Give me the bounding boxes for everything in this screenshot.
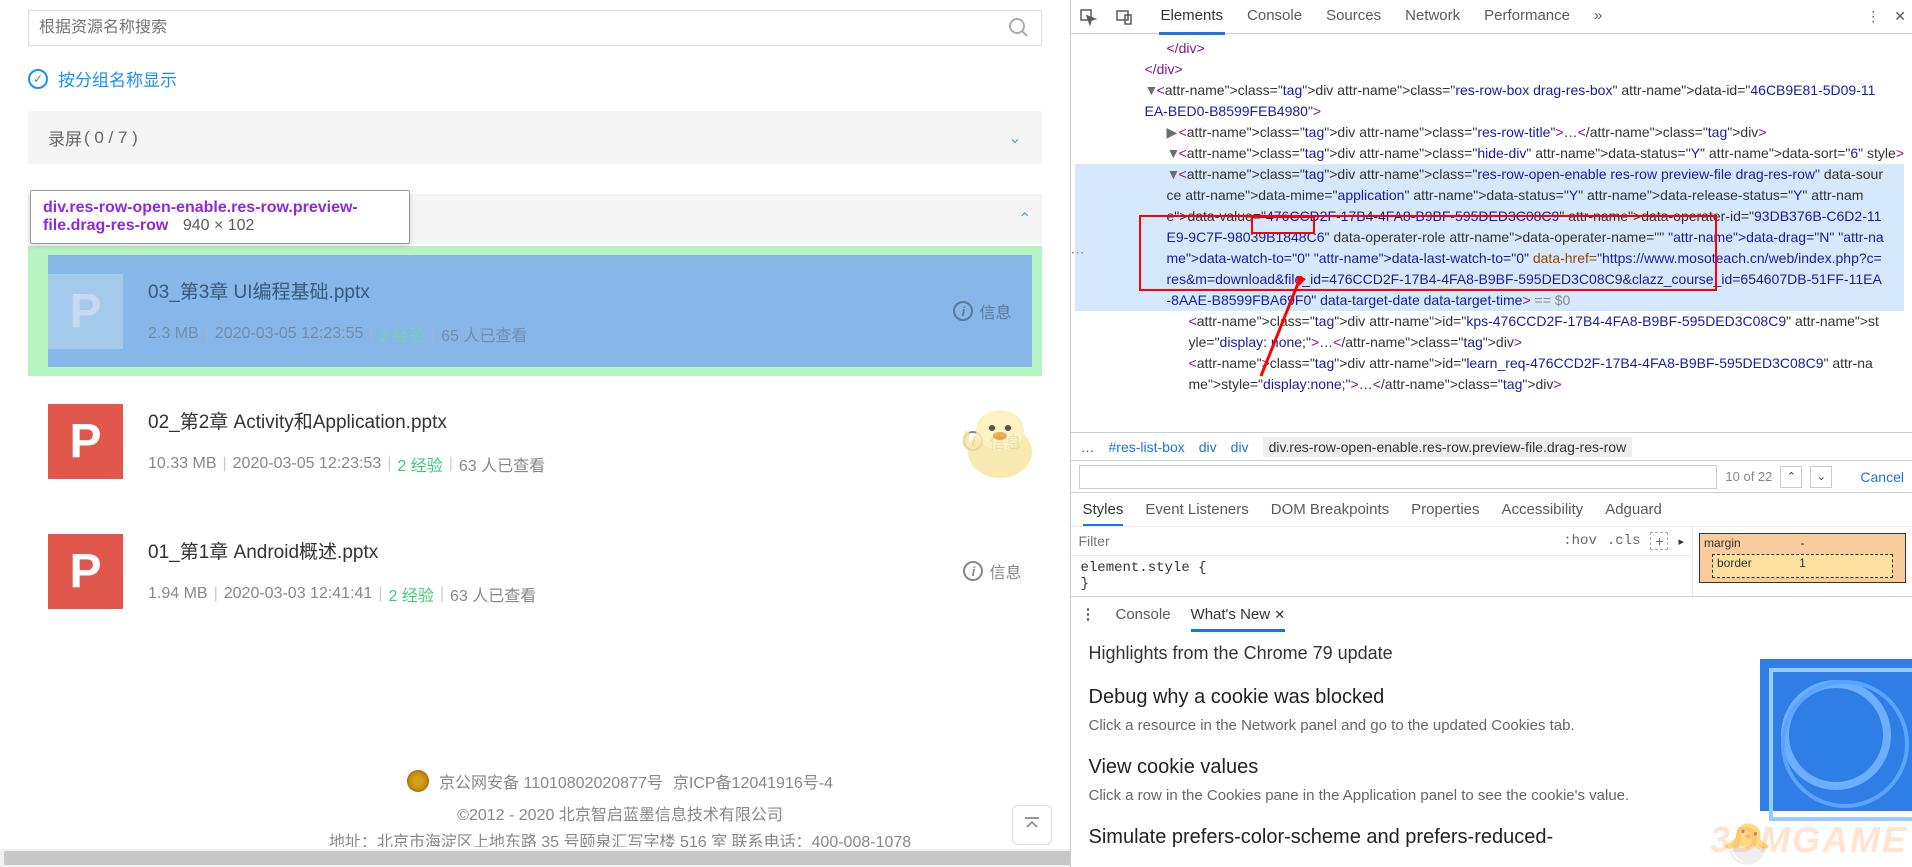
styles-menu-icon[interactable]: ▸: [1678, 535, 1684, 548]
search-result-count: 10 of 22: [1725, 469, 1772, 484]
file-type-icon: P: [48, 534, 123, 609]
tab-elements[interactable]: Elements: [1159, 0, 1226, 35]
file-row[interactable]: P 02_第2章 Activity和Application.pptx 10.33…: [28, 376, 1042, 506]
search-next-button[interactable]: ⌄: [1810, 466, 1832, 488]
breadcrumb-item[interactable]: div: [1231, 439, 1249, 455]
devtools-tabs: Elements Console Sources Network Perform…: [1159, 0, 1605, 35]
breadcrumb-item[interactable]: #res-list-box: [1109, 439, 1185, 455]
device-toggle-button[interactable]: [1113, 6, 1135, 28]
dom-search-bar: 10 of 22 ⌃ ⌄ Cancel: [1071, 460, 1912, 492]
breadcrumb-item-active[interactable]: div.res-row-open-enable.res-row.preview-…: [1263, 437, 1633, 457]
dom-node[interactable]: ▼<attr-name">class="tag">div attr-name">…: [1075, 80, 1905, 122]
search-bar[interactable]: [28, 10, 1042, 46]
tab-sources[interactable]: Sources: [1324, 0, 1383, 35]
watermark: 3DMGAME: [1710, 819, 1908, 861]
dom-search-input[interactable]: [1079, 465, 1718, 489]
police-badge-icon: [407, 770, 429, 792]
group-toggle[interactable]: 按分组名称显示: [28, 66, 1042, 91]
info-button[interactable]: i 信息: [953, 299, 1011, 323]
info-icon: i: [953, 301, 973, 321]
dom-node[interactable]: <attr-name">class="tag">div attr-name">i…: [1075, 353, 1905, 395]
tab-console[interactable]: Console: [1245, 0, 1304, 35]
tab-properties[interactable]: Properties: [1411, 501, 1479, 518]
arrow-up-icon: [1022, 815, 1042, 835]
styles-filter-input[interactable]: [1079, 533, 1554, 549]
info-icon: i: [963, 561, 983, 581]
search-icon[interactable]: [1007, 16, 1031, 40]
tab-adguard[interactable]: Adguard: [1605, 501, 1662, 518]
page-footer: 京公网安备 11010802020877号 京ICP备12041916号-4 ©…: [0, 769, 1071, 855]
dom-node-selected[interactable]: ⋯ ▼<attr-name">class="tag">div attr-name…: [1075, 164, 1905, 311]
promo-logo: [1760, 659, 1912, 811]
scroll-to-top-button[interactable]: [1012, 805, 1052, 845]
search-prev-button[interactable]: ⌃: [1780, 466, 1802, 488]
file-row[interactable]: P 03_第3章 UI编程基础.pptx 2.3 MB| 2020-03-05 …: [28, 246, 1042, 376]
cls-toggle[interactable]: .cls: [1607, 533, 1641, 549]
tooltip-dimensions: 940 × 102: [183, 217, 255, 234]
info-button[interactable]: i 信息: [963, 559, 1021, 583]
hov-toggle[interactable]: :hov: [1563, 533, 1597, 549]
tab-event-listeners[interactable]: Event Listeners: [1145, 501, 1248, 518]
webpage-pane: 按分组名称显示 录屏 ( 0 / 7 ) ⌄ div.res-row-open-…: [0, 0, 1071, 867]
close-icon[interactable]: ✕: [1274, 607, 1285, 622]
tab-performance[interactable]: Performance: [1482, 0, 1572, 35]
group-toggle-label: 按分组名称显示: [58, 66, 177, 91]
file-meta: 1.94 MB| 2020-03-03 12:41:41| 2 经验| 63 人…: [148, 582, 963, 606]
horizontal-scrollbar[interactable]: [0, 849, 1071, 867]
tab-accessibility[interactable]: Accessibility: [1502, 501, 1584, 518]
styles-filter-row: :hov .cls + ▸: [1071, 527, 1693, 556]
file-name: 02_第2章 Activity和Application.pptx: [148, 407, 963, 434]
file-meta: 2.3 MB| 2020-03-05 12:23:55| 2 经验| 65 人已…: [148, 322, 953, 346]
file-name: 03_第3章 UI编程基础.pptx: [148, 277, 953, 304]
styles-tabs: Styles Event Listeners DOM Breakpoints P…: [1071, 492, 1912, 526]
mascot-image: [950, 402, 1050, 482]
drawer-tab-whatsnew[interactable]: What's New ✕: [1191, 597, 1286, 632]
dom-node[interactable]: <attr-name">class="tag">div attr-name">i…: [1075, 311, 1905, 353]
breadcrumb-item[interactable]: div: [1199, 439, 1217, 455]
check-circle-icon: [28, 69, 48, 89]
file-list: P 03_第3章 UI编程基础.pptx 2.3 MB| 2020-03-05 …: [28, 246, 1042, 636]
devtools-toolbar: Elements Console Sources Network Perform…: [1071, 0, 1912, 34]
tab-network[interactable]: Network: [1403, 0, 1462, 35]
box-model-view[interactable]: margin - border 1: [1692, 527, 1912, 596]
new-style-rule-button[interactable]: +: [1650, 532, 1668, 550]
dom-node[interactable]: ▼<attr-name">class="tag">div attr-name">…: [1075, 143, 1905, 164]
dom-breadcrumb[interactable]: … #res-list-box div div div.res-row-open…: [1071, 432, 1912, 460]
file-meta: 10.33 MB| 2020-03-05 12:23:53| 2 经验| 63 …: [148, 452, 963, 476]
section-counter: ( 0 / 7 ): [84, 128, 138, 148]
devtools-menu-button[interactable]: ⋮: [1866, 8, 1880, 25]
search-input[interactable]: [39, 19, 1007, 37]
dom-node[interactable]: ▶<attr-name">class="tag">div attr-name">…: [1075, 122, 1905, 143]
chevron-down-icon[interactable]: ⌄: [1008, 128, 1021, 148]
drawer-menu-button[interactable]: ⋮: [1081, 605, 1096, 623]
chevron-up-icon[interactable]: ⌃: [1018, 209, 1031, 229]
dom-dots-icon[interactable]: ⋯: [1071, 242, 1085, 263]
file-type-icon: P: [48, 404, 123, 479]
file-row[interactable]: P 01_第1章 Android概述.pptx 1.94 MB| 2020-03…: [28, 506, 1042, 636]
dom-tree[interactable]: </div> </div> ▼<attr-name">class="tag">d…: [1071, 34, 1912, 432]
file-name: 01_第1章 Android概述.pptx: [148, 537, 963, 564]
search-cancel-button[interactable]: Cancel: [1860, 469, 1904, 485]
style-rule[interactable]: element.style { }: [1071, 556, 1693, 596]
section-title: 录屏: [48, 125, 82, 150]
file-type-icon: P: [48, 274, 123, 349]
tab-styles[interactable]: Styles: [1083, 492, 1124, 527]
inspector-tooltip: div.res-row-open-enable.res-row.preview-…: [30, 190, 410, 244]
devtools-close-button[interactable]: ✕: [1894, 8, 1906, 25]
inspect-element-button[interactable]: [1077, 6, 1099, 28]
tabs-overflow[interactable]: »: [1592, 0, 1604, 35]
drawer-tab-console[interactable]: Console: [1116, 606, 1171, 623]
section-header-recording[interactable]: 录屏 ( 0 / 7 ) ⌄: [28, 111, 1042, 164]
tab-dom-breakpoints[interactable]: DOM Breakpoints: [1271, 501, 1389, 518]
styles-body: :hov .cls + ▸ element.style { } margin -…: [1071, 526, 1912, 596]
